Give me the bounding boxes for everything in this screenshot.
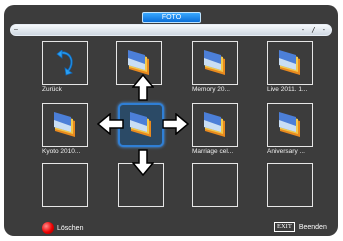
thumbnail[interactable] [42,103,88,147]
grid-item[interactable]: Memory 20... [192,41,242,94]
grid-item-label: Marriage cel... [192,148,234,155]
thumbnail[interactable] [42,41,88,85]
progress-bar: – - / - [10,24,332,36]
grid-item-empty[interactable] [42,163,92,207]
thumbnail[interactable] [192,103,238,147]
grid-item-label: Aniversary ... [267,148,305,155]
grid-item-label: Kyoto 2010... [42,148,81,155]
grid-item[interactable]: Kyoto 2010... [42,103,92,156]
thumbnail[interactable] [118,103,164,147]
nav-right-arrow-icon [162,113,189,135]
thumbnail[interactable] [267,103,313,147]
exit-label: Beenden [298,223,327,231]
grid-item-label: Memory 20... [192,86,230,93]
exit-key-icon: EXIT [274,222,295,232]
page-title: FOTO [142,12,201,23]
back-arrow-icon [56,50,73,76]
exit-hint[interactable]: EXIT Beenden [274,222,327,232]
grid-item[interactable]: Marriage cel... [192,103,242,156]
photo-browser-screen: FOTO – - / - Zurück Memory 20... Live 20… [4,5,338,236]
photo-icon [204,112,225,137]
red-button-icon [42,222,54,234]
photo-icon [204,50,225,75]
grid-item-empty[interactable] [267,163,317,207]
grid-item-back[interactable]: Zurück [42,41,92,94]
nav-up-arrow-icon [132,74,154,101]
photo-icon [130,112,151,137]
grid-item-label: Live 2011. 1... [267,86,308,93]
thumbnail[interactable] [267,41,313,85]
nav-down-arrow-icon [132,149,154,176]
progress-elapsed: – [14,26,18,33]
grid-item[interactable]: Live 2011. 1... [267,41,317,94]
photo-icon [279,112,300,137]
thumbnail[interactable] [42,163,88,207]
grid-item-label: Zurück [42,86,62,93]
thumbnail[interactable] [192,163,238,207]
delete-label: Löschen [57,224,84,232]
grid-item[interactable]: Aniversary ... [267,103,317,156]
grid-item-empty[interactable] [192,163,242,207]
thumbnail[interactable] [267,163,313,207]
photo-icon [128,50,149,75]
photo-icon [279,50,300,75]
progress-total: - / - [300,26,327,34]
nav-left-arrow-icon [97,113,124,135]
grid-item-selected[interactable] [118,103,168,148]
delete-hint[interactable]: Löschen [42,222,83,234]
thumbnail[interactable] [192,41,238,85]
photo-icon [54,112,75,137]
